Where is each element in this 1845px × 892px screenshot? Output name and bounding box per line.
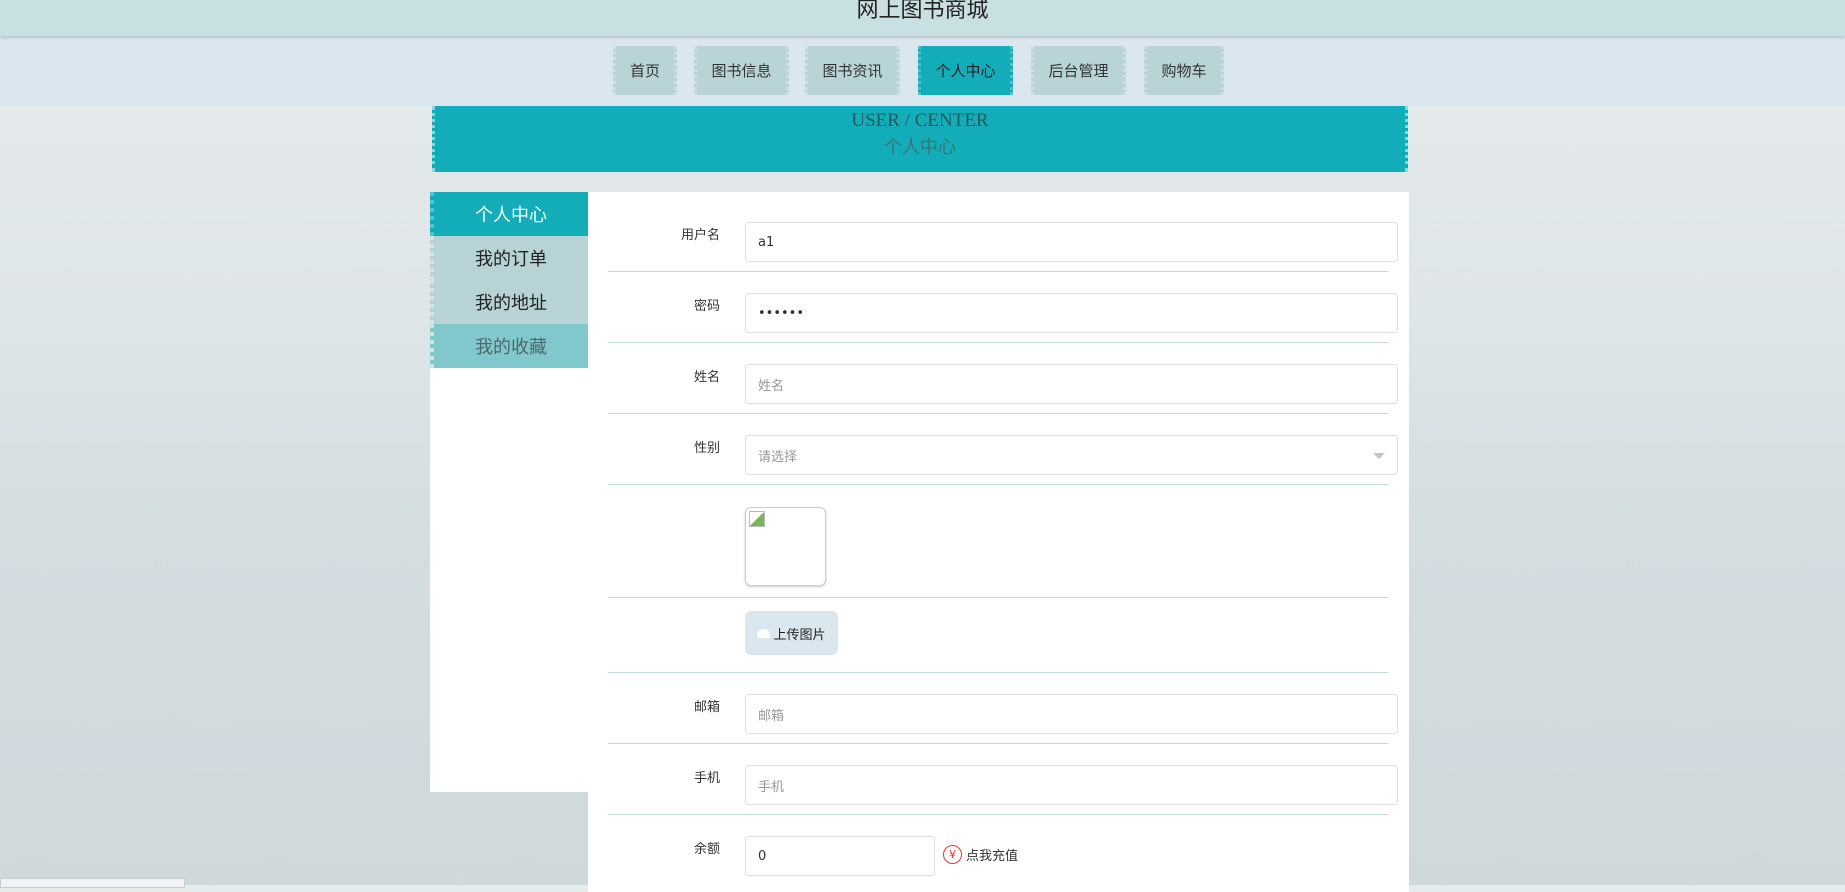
gender-label: 性别 <box>693 441 720 456</box>
nav-user-center[interactable]: 个人中心 <box>918 46 1013 95</box>
form-row-balance: 余额 0 ¥ 点我充值 <box>608 816 1389 892</box>
nav-admin[interactable]: 后台管理 <box>1031 46 1126 95</box>
username-input[interactable]: a1 <box>745 222 1398 262</box>
broken-image-icon <box>749 511 765 527</box>
name-input[interactable]: 姓名 <box>745 364 1398 404</box>
form-row-username: 用户名 a1 <box>608 192 1398 272</box>
top-header: 网上图书商城 <box>0 0 1845 36</box>
form-row-avatar <box>608 486 1389 598</box>
sidebar-item-user-center[interactable]: 个人中心 <box>430 192 588 236</box>
form-row-password: 密码 •••••• <box>608 273 1398 343</box>
recharge-link[interactable]: ¥ 点我充值 <box>943 845 1018 864</box>
password-input[interactable]: •••••• <box>745 293 1398 333</box>
name-label: 姓名 <box>693 370 720 385</box>
sidebar-item-address[interactable]: 我的地址 <box>430 280 588 324</box>
nav-home[interactable]: 首页 <box>613 46 677 95</box>
gender-placeholder: 请选择 <box>758 449 798 465</box>
upload-image-button[interactable]: 上传图片 <box>745 611 838 655</box>
phone-label: 手机 <box>693 771 720 786</box>
email-label: 邮箱 <box>693 700 720 715</box>
form-row-phone: 手机 手机 <box>608 745 1398 815</box>
banner-title-en: USER / CENTER <box>851 110 989 131</box>
balance-input[interactable]: 0 <box>745 836 935 876</box>
upload-label: 上传图片 <box>773 627 826 643</box>
password-label: 密码 <box>693 299 720 314</box>
browser-status-bar <box>0 878 185 888</box>
sidebar-item-orders[interactable]: 我的订单 <box>430 236 588 280</box>
nav-cart[interactable]: 购物车 <box>1144 46 1224 95</box>
phone-input[interactable]: 手机 <box>745 765 1398 805</box>
nav-book-news[interactable]: 图书资讯 <box>805 46 900 95</box>
user-form: 用户名 a1 密码 •••••• 姓名 姓名 性别 请选择 上传图片 邮箱 邮箱… <box>588 192 1409 892</box>
page-banner: USER / CENTER 个人中心 <box>432 106 1408 172</box>
form-row-upload: 上传图片 <box>608 599 1389 673</box>
yen-icon: ¥ <box>943 845 962 864</box>
balance-label: 余额 <box>693 842 720 857</box>
form-row-name: 姓名 姓名 <box>608 344 1398 414</box>
sidebar: 个人中心 我的订单 我的地址 我的收藏 <box>430 192 588 792</box>
avatar-preview <box>745 507 826 586</box>
cloud-upload-icon <box>757 628 771 638</box>
email-input[interactable]: 邮箱 <box>745 694 1398 734</box>
banner-title-cn: 个人中心 <box>884 137 956 157</box>
username-label: 用户名 <box>680 228 720 243</box>
form-row-gender: 性别 请选择 <box>608 415 1398 485</box>
chevron-down-icon <box>1373 453 1385 459</box>
nav-book-info[interactable]: 图书信息 <box>694 46 789 95</box>
form-row-email: 邮箱 邮箱 <box>608 674 1398 744</box>
site-title: 网上图书商城 <box>856 0 989 23</box>
sidebar-item-favorites[interactable]: 我的收藏 <box>430 324 588 368</box>
recharge-label: 点我充值 <box>966 849 1019 864</box>
gender-select[interactable]: 请选择 <box>745 435 1398 475</box>
main-nav: 首页 图书信息 图书资讯 个人中心 后台管理 购物车 <box>0 36 1845 106</box>
